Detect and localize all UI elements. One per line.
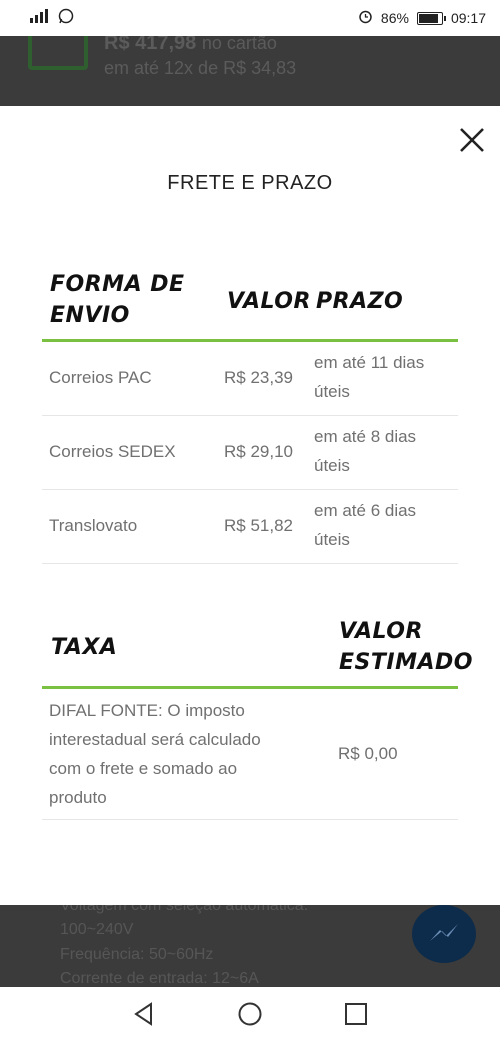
header-tax: TAXA — [51, 635, 118, 660]
shipping-term: em até 6 dias úteis — [314, 501, 417, 549]
alarm-icon — [358, 9, 373, 27]
close-icon[interactable] — [458, 126, 486, 154]
shipping-value: R$ 23,39 — [224, 368, 293, 387]
row-divider — [42, 489, 458, 490]
spec-line: Voltagem com seleção automática: — [60, 905, 309, 914]
shipping-modal: FRETE E PRAZO FORMA DE ENVIO VALOR PRAZO… — [0, 106, 500, 905]
battery-percent: 86% — [380, 10, 409, 26]
spec-line: Frequência: 50~60Hz — [60, 946, 214, 963]
background-price-section: R$ 417,98 no cartão em até 12x de R$ 34,… — [0, 36, 500, 106]
shipping-method: Correios SEDEX — [49, 442, 176, 461]
tax-description: DIFAL FONTE: O imposto interestadual ser… — [49, 701, 261, 807]
tax-header-rule — [42, 686, 458, 689]
background-specs: Voltagem com seleção automática: 100~240… — [0, 905, 500, 987]
shipping-header-rule — [42, 339, 458, 342]
signal-icon — [30, 9, 52, 26]
shipping-term: em até 11 dias úteis — [314, 353, 425, 401]
status-bar: 86% 09:17 — [0, 0, 500, 36]
background-installments: em até 12x de R$ 34,83 — [104, 58, 297, 78]
shipping-value: R$ 29,10 — [224, 442, 293, 461]
home-icon[interactable] — [237, 1001, 263, 1027]
card-icon — [28, 36, 88, 70]
clock: 09:17 — [450, 10, 486, 26]
spec-line: Corrente de entrada: 12~6A — [60, 970, 259, 987]
background-price: R$ 417,98 no cartão — [104, 36, 277, 54]
spec-line: 100~240V — [60, 921, 134, 938]
row-divider — [42, 819, 458, 820]
modal-title: FRETE E PRAZO — [167, 172, 333, 194]
navigation-bar — [0, 987, 500, 1039]
header-method: FORMA DE ENVIO — [50, 272, 185, 328]
battery-icon — [416, 11, 446, 25]
tax-value: R$ 0,00 — [338, 744, 398, 763]
header-value: VALOR — [227, 289, 311, 314]
shipping-method: Translovato — [49, 516, 138, 535]
back-icon[interactable] — [131, 1001, 157, 1027]
shipping-term: em até 8 dias úteis — [314, 427, 417, 475]
header-term: PRAZO — [316, 289, 404, 314]
header-estimated-value: VALOR ESTIMADO — [339, 619, 473, 675]
recents-icon[interactable] — [343, 1001, 369, 1027]
messenger-icon[interactable] — [412, 905, 476, 963]
row-divider — [42, 563, 458, 564]
shipping-value: R$ 51,82 — [224, 516, 293, 535]
row-divider — [42, 415, 458, 416]
shipping-method: Correios PAC — [49, 368, 152, 387]
whatsapp-icon — [58, 8, 74, 27]
